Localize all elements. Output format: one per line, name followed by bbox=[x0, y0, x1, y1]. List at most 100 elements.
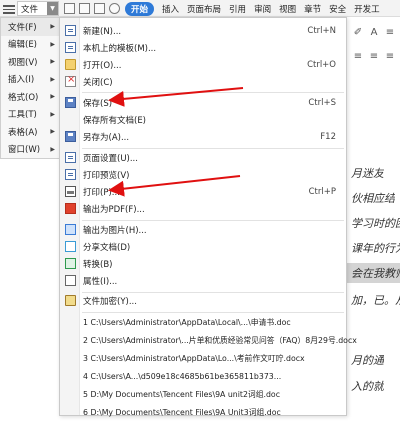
menu-item-share-label: 分享文档(D) bbox=[83, 242, 131, 253]
recent-file-item[interactable]: 4 C:\Users\A...\d509e18c4685b61be365811b… bbox=[60, 368, 346, 385]
align-right-icon[interactable]: ≡ bbox=[384, 51, 396, 63]
font-color-icon[interactable]: A bbox=[368, 27, 380, 39]
menu-item-save-as-label: 另存为(A)... bbox=[83, 132, 130, 143]
menu-item-template[interactable]: 本机上的模板(M)... bbox=[60, 39, 346, 56]
chevron-right-icon: ▶ bbox=[50, 110, 55, 118]
recent-file-path: 1 C:\Users\Administrator\AppData\Local\.… bbox=[83, 318, 291, 327]
close-document-icon bbox=[65, 74, 76, 87]
recent-file-path: 3 C:\Users\Administrator\AppData\Lo...\考… bbox=[83, 354, 305, 363]
image-icon bbox=[65, 224, 76, 235]
print-preview-icon bbox=[65, 169, 76, 180]
menu-file-label: 文件(F) bbox=[8, 22, 37, 33]
doc-text-line: 课年的行为 bbox=[351, 242, 400, 255]
menu-item-save[interactable]: 保存(S) Ctrl+S bbox=[60, 94, 346, 111]
doc-text-line: 加，已。从 bbox=[351, 294, 400, 307]
menu-item-export-pdf[interactable]: 输出为PDF(F)... bbox=[60, 200, 346, 217]
classic-menu: 文件(F) ▶ 编辑(E) ▶ 视图(V) ▶ 插入(I) ▶ 格式(O) ▶ 工具(T)… bbox=[0, 17, 60, 159]
menu-item-print-preview[interactable]: 打印预览(V) bbox=[60, 166, 346, 183]
menu-separator bbox=[82, 92, 344, 93]
shortcut-label: Ctrl+O bbox=[307, 59, 336, 70]
menu-table[interactable]: 表格(A) ▶ bbox=[1, 123, 59, 141]
menu-item-properties-label: 属性(I)... bbox=[83, 276, 118, 287]
menu-edit-label: 编辑(E) bbox=[8, 40, 38, 51]
menu-item-save-label: 保存(S) bbox=[83, 98, 113, 109]
preview-icon[interactable] bbox=[94, 3, 105, 14]
menu-edit[interactable]: 编辑(E) ▶ bbox=[1, 36, 59, 54]
chevron-right-icon: ▶ bbox=[50, 58, 55, 66]
menu-icon[interactable] bbox=[2, 3, 16, 14]
tab-references[interactable]: 引用 bbox=[229, 3, 246, 15]
save-icon[interactable] bbox=[64, 3, 75, 14]
list-icon[interactable]: ≡ bbox=[384, 27, 396, 39]
chevron-right-icon: ▶ bbox=[50, 128, 55, 136]
menu-insert-label: 插入(I) bbox=[8, 75, 35, 86]
recent-file-item[interactable]: 6 D:\My Documents\Tencent Files\9A Unit3… bbox=[60, 404, 346, 421]
recent-file-path: 5 D:\My Documents\Tencent Files\9A unit2… bbox=[83, 390, 280, 399]
menu-item-close[interactable]: 关闭(C) bbox=[60, 73, 346, 90]
chevron-down-icon[interactable]: ▼ bbox=[47, 2, 58, 15]
print-icon[interactable] bbox=[79, 3, 90, 14]
menu-item-export-image[interactable]: 输出为图片(H)... bbox=[60, 221, 346, 238]
doc-text-line: 月的通 bbox=[351, 354, 384, 367]
menu-item-print-preview-label: 打印预览(V) bbox=[83, 170, 130, 181]
menu-item-page-setup[interactable]: 页面设置(U)... bbox=[60, 149, 346, 166]
menu-item-new[interactable]: 新建(N)... Ctrl+N bbox=[60, 22, 346, 39]
undo-icon[interactable] bbox=[109, 3, 120, 14]
recent-file-item[interactable]: 3 C:\Users\Administrator\AppData\Lo...\考… bbox=[60, 350, 346, 367]
shortcut-label: Ctrl+S bbox=[308, 97, 336, 108]
ribbon-tabs: 开始 插入 页面布局 引用 审阅 视图 章节 安全 开发工 bbox=[125, 0, 388, 17]
share-icon bbox=[65, 241, 76, 252]
menu-item-convert[interactable]: 转换(B) bbox=[60, 255, 346, 272]
menu-item-print[interactable]: 打印(P)... Ctrl+P bbox=[60, 183, 346, 200]
menu-item-export-image-label: 输出为图片(H)... bbox=[83, 225, 147, 236]
file-menu-button[interactable]: 文件 ▼ bbox=[17, 1, 59, 16]
title-bar: 文件 ▼ 开始 插入 页面布局 引用 审阅 视图 章节 安全 开发工 bbox=[0, 0, 400, 17]
recent-file-path: 6 D:\My Documents\Tencent Files\9A Unit3… bbox=[83, 408, 281, 417]
tab-review[interactable]: 审阅 bbox=[254, 3, 271, 15]
tab-view[interactable]: 视图 bbox=[279, 3, 296, 15]
clear-format-icon[interactable]: ✐ bbox=[352, 27, 364, 39]
menu-item-encrypt[interactable]: 文件加密(Y)... bbox=[60, 292, 346, 309]
menu-window[interactable]: 窗口(W) ▶ bbox=[1, 141, 59, 159]
print-icon bbox=[65, 186, 76, 197]
chevron-right-icon: ▶ bbox=[50, 75, 55, 83]
align-center-icon[interactable]: ≡ bbox=[368, 51, 380, 63]
menu-item-open[interactable]: 打开(O)... Ctrl+O bbox=[60, 56, 346, 73]
menu-item-share[interactable]: 分享文档(D) bbox=[60, 238, 346, 255]
tab-security[interactable]: 安全 bbox=[329, 3, 346, 15]
doc-text-line: 伙相应结 bbox=[351, 192, 395, 205]
menu-view[interactable]: 视图(V) ▶ bbox=[1, 53, 59, 71]
chevron-right-icon: ▶ bbox=[50, 23, 55, 31]
menu-item-convert-label: 转换(B) bbox=[83, 259, 113, 270]
chevron-right-icon: ▶ bbox=[50, 93, 55, 101]
shortcut-label: Ctrl+P bbox=[308, 186, 336, 197]
save-as-icon bbox=[65, 131, 76, 142]
menu-insert[interactable]: 插入(I) ▶ bbox=[1, 71, 59, 89]
menu-item-template-label: 本机上的模板(M)... bbox=[83, 43, 157, 54]
lock-icon bbox=[65, 295, 76, 306]
recent-file-path: 2 C:\Users\Administrator\...片单和优质经验常见问答（… bbox=[83, 336, 357, 345]
menu-item-properties[interactable]: 属性(I)... bbox=[60, 272, 346, 289]
menu-item-save-all[interactable]: 保存所有文档(E) bbox=[60, 111, 346, 128]
recent-file-item[interactable]: 1 C:\Users\Administrator\AppData\Local\.… bbox=[60, 314, 346, 331]
align-left-icon[interactable]: ≡ bbox=[352, 51, 364, 63]
chevron-right-icon: ▶ bbox=[50, 145, 55, 153]
tab-start[interactable]: 开始 bbox=[125, 1, 155, 16]
recent-file-path: 4 C:\Users\A...\d509e18c4685b61be365811b… bbox=[83, 372, 282, 381]
doc-text-line: 学习时的困 bbox=[351, 217, 400, 230]
tab-page-layout[interactable]: 页面布局 bbox=[187, 3, 221, 15]
menu-tools[interactable]: 工具(T) ▶ bbox=[1, 106, 59, 124]
tab-insert[interactable]: 插入 bbox=[162, 3, 179, 15]
shortcut-label: F12 bbox=[320, 131, 336, 142]
tab-chapter[interactable]: 章节 bbox=[304, 3, 321, 15]
tab-developer[interactable]: 开发工 bbox=[354, 3, 380, 15]
doc-text-line: 会在我教师 bbox=[351, 267, 400, 280]
menu-file[interactable]: 文件(F) ▶ bbox=[1, 18, 59, 36]
recent-file-item[interactable]: 2 C:\Users\Administrator\...片单和优质经验常见问答（… bbox=[60, 332, 357, 349]
menu-item-export-pdf-label: 输出为PDF(F)... bbox=[83, 204, 145, 215]
menu-format[interactable]: 格式(O) ▶ bbox=[1, 88, 59, 106]
recent-file-item[interactable]: 5 D:\My Documents\Tencent Files\9A unit2… bbox=[60, 386, 346, 403]
page-setup-icon bbox=[65, 152, 76, 163]
doc-text-line: 月迷友 bbox=[351, 167, 384, 180]
menu-item-save-as[interactable]: 另存为(A)... F12 bbox=[60, 128, 346, 145]
